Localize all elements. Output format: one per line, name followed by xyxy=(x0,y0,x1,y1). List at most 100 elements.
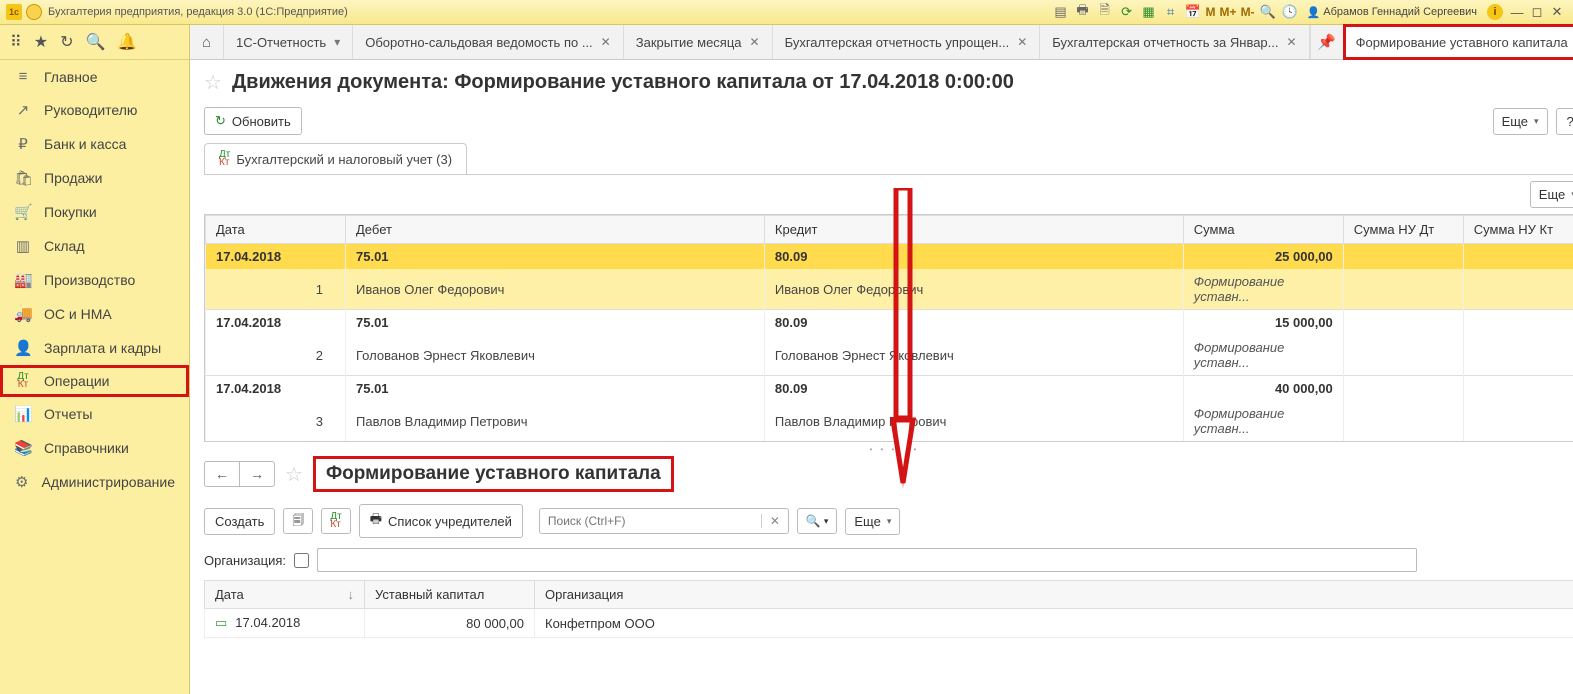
founders-list-button[interactable]: 🖶Список учредителей xyxy=(359,504,523,538)
subtab-accounting[interactable]: ДтКт Бухгалтерский и налоговый учет (3) xyxy=(204,143,467,174)
table-row[interactable]: 3Павлов Владимир ПетровичПавлов Владимир… xyxy=(206,401,1573,441)
sidebar-item-salary[interactable]: 👤Зарплата и кадры xyxy=(0,331,189,365)
documents-table: Дата↓ Уставный капитал Организация ▭17.0… xyxy=(204,580,1573,638)
m-button[interactable]: M xyxy=(1206,5,1216,19)
table-row[interactable]: 1Иванов Олег ФедоровичИванов Олег Федоро… xyxy=(206,269,1573,310)
tab-bo-jan[interactable]: Бухгалтерская отчетность за Январ...✕ xyxy=(1040,25,1309,59)
app-menu-dropdown[interactable] xyxy=(26,4,42,20)
sidebar-item-os-nma[interactable]: 🚚ОС и НМА xyxy=(0,297,189,331)
nav-back-forward: ← → xyxy=(204,461,275,487)
history-icon[interactable]: ↻ xyxy=(60,32,73,52)
tab-close-month[interactable]: Закрытие месяца✕ xyxy=(624,25,773,59)
org-input[interactable] xyxy=(317,548,1417,572)
m-minus-button[interactable]: M- xyxy=(1241,5,1255,19)
nav-forward-button[interactable]: → xyxy=(240,462,274,486)
sidebar-item-refs[interactable]: 📚Справочники xyxy=(0,431,189,465)
sidebar-item-manager[interactable]: ↗Руководителю xyxy=(0,93,189,127)
doc-icon[interactable]: 🗎 xyxy=(1096,3,1114,21)
tab-close-icon[interactable]: ✕ xyxy=(1017,35,1027,49)
print-icon[interactable]: 🖶 xyxy=(1074,3,1092,21)
main-area: ⌂ 1С-Отчетность▾ Оборотно-сальдовая ведо… xyxy=(190,25,1573,694)
help-button[interactable]: ? xyxy=(1556,108,1573,135)
favorite-star-icon[interactable]: ☆ xyxy=(204,70,222,95)
tab-formation-capital[interactable]: Формирование уставного капитала✕ xyxy=(1344,25,1573,59)
col-sum-nu-kt[interactable]: Сумма НУ Кт xyxy=(1463,216,1573,244)
lower-more-button[interactable]: Еще xyxy=(845,508,900,535)
info-icon[interactable]: i xyxy=(1487,4,1503,20)
sidebar-item-admin[interactable]: ⚙Администрирование xyxy=(0,465,189,499)
search-clear-icon[interactable]: ✕ xyxy=(761,514,788,528)
col2-cap[interactable]: Уставный капитал xyxy=(365,581,535,609)
table-row[interactable]: 17.04.201875.0180.0925 000,00 xyxy=(206,244,1573,270)
search-icon[interactable]: 🔍 xyxy=(85,32,105,52)
bell-icon[interactable]: 🔔 xyxy=(117,32,137,52)
books-icon: 📚 xyxy=(14,439,32,457)
sidebar-item-sales[interactable]: 🛍Продажи xyxy=(0,161,189,195)
tab-osv[interactable]: Оборотно-сальдовая ведомость по ...✕ xyxy=(353,25,624,59)
sidebar-item-main[interactable]: ≡Главное xyxy=(0,60,189,93)
col2-date[interactable]: Дата↓ xyxy=(205,581,365,609)
favorite-star-icon[interactable]: ☆ xyxy=(285,462,303,487)
m-plus-button[interactable]: M+ xyxy=(1220,5,1237,19)
pin-icon[interactable]: 📌 xyxy=(1310,25,1344,59)
create-button[interactable]: Создать xyxy=(204,508,275,535)
table-row[interactable]: 17.04.201875.0180.0915 000,00 xyxy=(206,310,1573,336)
app-logo-icon: 1c xyxy=(6,4,22,20)
print-small-icon: 🖶 xyxy=(370,510,382,532)
sidebar-item-operations[interactable]: ДтКтОперации xyxy=(0,365,189,397)
calc-icon[interactable]: ⌗ xyxy=(1162,3,1180,21)
close-button[interactable]: ✕ xyxy=(1548,4,1566,20)
table-row[interactable]: ▭17.04.2018 80 000,00 Конфетпром ООО xyxy=(205,609,1573,638)
col-sum[interactable]: Сумма xyxy=(1183,216,1343,244)
home-tab-icon[interactable]: ⌂ xyxy=(190,25,224,59)
restore-button[interactable]: ◻ xyxy=(1528,4,1546,20)
panel-splitter[interactable]: • • • • • xyxy=(204,442,1573,456)
tab-close-icon[interactable]: ✕ xyxy=(601,35,611,49)
grid-more-button[interactable]: Еще xyxy=(1530,181,1573,208)
col-debit[interactable]: Дебет xyxy=(346,216,765,244)
person-icon: 👤 xyxy=(14,339,32,357)
col-credit[interactable]: Кредит xyxy=(764,216,1183,244)
org-checkbox[interactable] xyxy=(294,553,309,568)
clock-icon[interactable]: 🕓 xyxy=(1281,3,1299,21)
table-row[interactable]: 17.04.201875.0180.0940 000,00 xyxy=(206,376,1573,402)
search-box: ✕ xyxy=(539,508,789,534)
minimize-button[interactable]: — xyxy=(1508,5,1526,20)
tab-close-icon[interactable]: ✕ xyxy=(1287,35,1297,49)
col-date[interactable]: Дата xyxy=(206,216,346,244)
star-icon[interactable]: ★ xyxy=(34,32,48,52)
lower-title: Формирование уставного капитала xyxy=(313,456,674,492)
refresh-icon[interactable]: ⟳ xyxy=(1118,3,1136,21)
tab-bo-simple[interactable]: Бухгалтерская отчетность упрощен...✕ xyxy=(773,25,1041,59)
copy-button[interactable]: 🗐 xyxy=(283,508,313,534)
tab-1c-report[interactable]: 1С-Отчетность▾ xyxy=(224,25,353,59)
current-user[interactable]: 👤Абрамов Геннадий Сергеевич xyxy=(1307,6,1477,19)
col2-org[interactable]: Организация xyxy=(535,581,1573,609)
search-input[interactable] xyxy=(540,514,761,528)
sidebar-item-production[interactable]: 🏭Производство xyxy=(0,263,189,297)
nav-back-button[interactable]: ← xyxy=(205,462,240,486)
zoom-icon[interactable]: 🔍 xyxy=(1259,3,1277,21)
sidebar-item-purchases[interactable]: 🛒Покупки xyxy=(0,195,189,229)
col-sum-nu-dt[interactable]: Сумма НУ Дт xyxy=(1343,216,1463,244)
chart-bar-icon: 📊 xyxy=(14,405,32,423)
toolbar-icon-1[interactable]: ▤ xyxy=(1052,3,1070,21)
calendar-icon[interactable]: 📅 xyxy=(1184,3,1202,21)
sidebar-item-reports[interactable]: 📊Отчеты xyxy=(0,397,189,431)
sidebar-item-bank[interactable]: ₽Банк и касса xyxy=(0,127,189,161)
tab-close-icon[interactable]: ✕ xyxy=(750,35,760,49)
refresh-arrow-icon: ↻ xyxy=(215,113,226,129)
sidebar-item-warehouse[interactable]: ▥Склад xyxy=(0,229,189,263)
dtkt-button[interactable]: ДтКт xyxy=(321,508,350,534)
table-row[interactable]: 2Голованов Эрнест ЯковлевичГолованов Эрн… xyxy=(206,335,1573,376)
factory-icon: 🏭 xyxy=(14,271,32,289)
apps-icon[interactable]: ⠿ xyxy=(10,32,22,52)
home-bars-icon: ≡ xyxy=(14,68,32,85)
search-go-button[interactable]: 🔍▾ xyxy=(797,508,837,534)
sidebar: ⠿ ★ ↻ 🔍 🔔 ≡Главное ↗Руководителю ₽Банк и… xyxy=(0,25,190,694)
refresh-button[interactable]: ↻Обновить xyxy=(204,107,302,135)
window-title: Бухгалтерия предприятия, редакция 3.0 (1… xyxy=(48,6,348,18)
tab-close-icon[interactable]: ▾ xyxy=(334,35,340,49)
more-button[interactable]: Еще xyxy=(1493,108,1548,135)
table-icon[interactable]: ▦ xyxy=(1140,3,1158,21)
